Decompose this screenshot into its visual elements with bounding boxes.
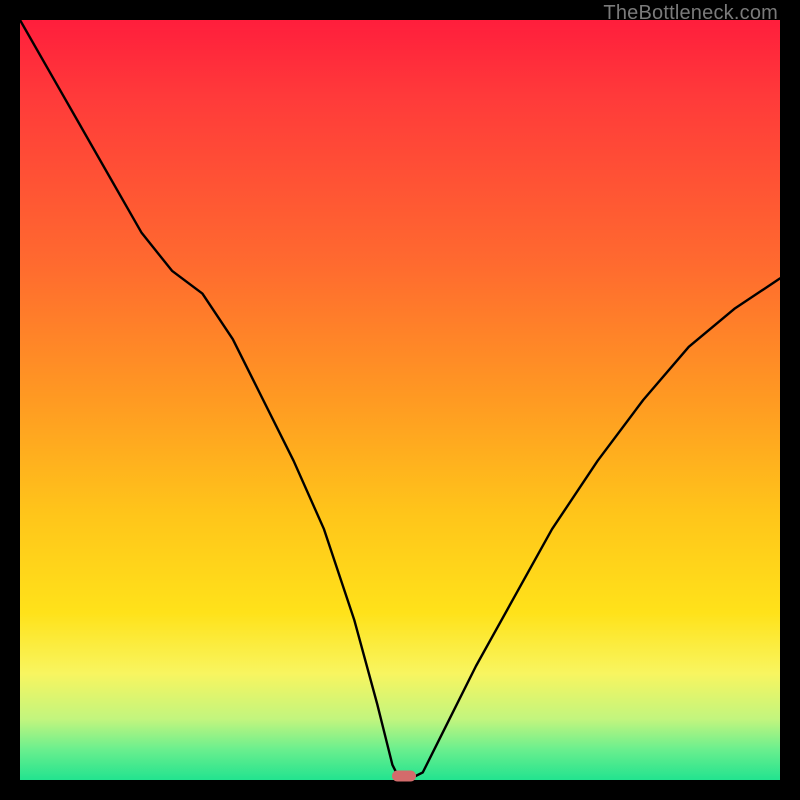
plot-area xyxy=(20,20,780,780)
optimal-marker xyxy=(392,771,416,782)
bottleneck-curve xyxy=(20,20,780,780)
watermark-text: TheBottleneck.com xyxy=(603,2,778,25)
